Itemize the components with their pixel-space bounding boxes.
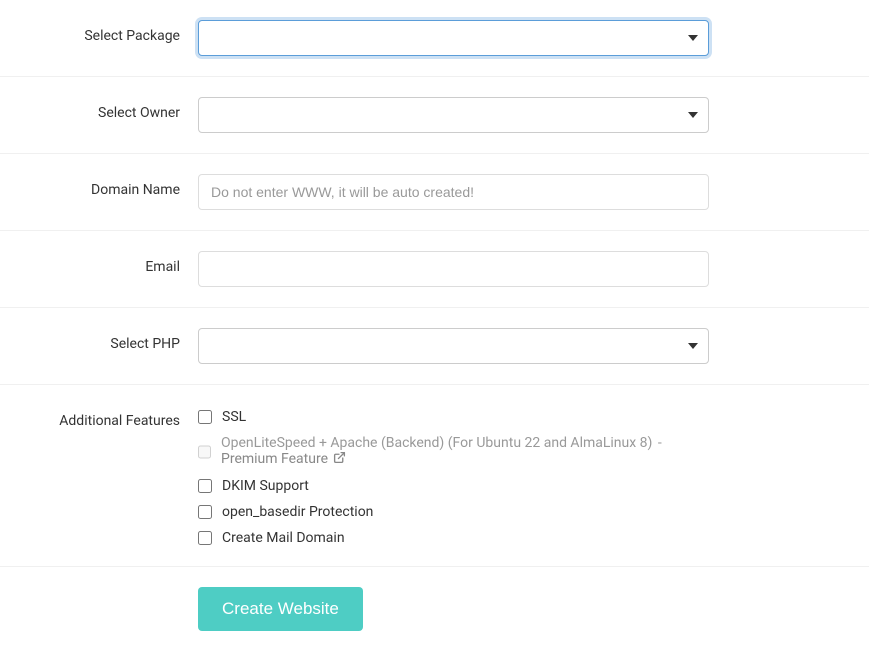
row-select-php: Select PHP <box>0 308 869 385</box>
feature-open-basedir: open_basedir Protection <box>198 504 709 520</box>
feature-ssl: SSL <box>198 409 709 425</box>
create-website-button[interactable]: Create Website <box>198 587 363 631</box>
external-link-icon <box>333 451 346 468</box>
row-select-package: Select Package <box>0 0 869 77</box>
domain-name-input[interactable] <box>198 174 709 210</box>
checkbox-mail-domain[interactable] <box>198 531 212 545</box>
label-mail-domain[interactable]: Create Mail Domain <box>222 530 345 546</box>
label-open-basedir[interactable]: open_basedir Protection <box>222 504 373 520</box>
select-package[interactable] <box>198 20 709 56</box>
label-select-owner: Select Owner <box>0 97 198 121</box>
checkbox-open-basedir[interactable] <box>198 505 212 519</box>
label-select-php: Select PHP <box>0 328 198 352</box>
label-select-package: Select Package <box>0 20 198 44</box>
select-owner[interactable] <box>198 97 709 133</box>
label-domain-name: Domain Name <box>0 174 198 198</box>
row-email: Email <box>0 231 869 308</box>
label-dkim[interactable]: DKIM Support <box>222 478 309 494</box>
row-domain-name: Domain Name <box>0 154 869 231</box>
checkbox-ssl[interactable] <box>198 410 212 424</box>
row-additional-features: Additional Features SSL OpenLiteSpeed + … <box>0 385 869 567</box>
row-select-owner: Select Owner <box>0 77 869 154</box>
label-ssl[interactable]: SSL <box>222 409 246 425</box>
select-php[interactable] <box>198 328 709 364</box>
feature-ols-apache: OpenLiteSpeed + Apache (Backend) (For Ub… <box>198 435 709 468</box>
email-input[interactable] <box>198 251 709 287</box>
row-submit: Create Website <box>0 567 869 651</box>
features-list: SSL OpenLiteSpeed + Apache (Backend) (Fo… <box>198 405 709 546</box>
feature-dkim: DKIM Support <box>198 478 709 494</box>
checkbox-ols-apache <box>198 445 211 459</box>
label-email: Email <box>0 251 198 275</box>
label-additional-features: Additional Features <box>0 405 198 429</box>
label-ols-apache: OpenLiteSpeed + Apache (Backend) (For Ub… <box>221 435 709 468</box>
checkbox-dkim[interactable] <box>198 479 212 493</box>
feature-mail-domain: Create Mail Domain <box>198 530 709 546</box>
premium-feature-link[interactable]: Premium Feature <box>221 451 346 467</box>
